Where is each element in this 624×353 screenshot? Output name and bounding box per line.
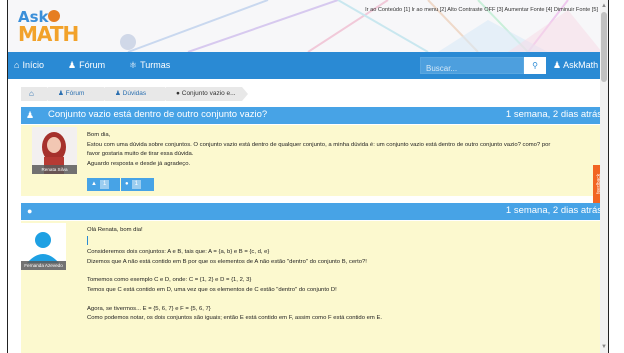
post-line: Como podemos notar, os dois conjuntos sã…: [87, 315, 383, 322]
group-icon: ⚛: [129, 60, 138, 70]
user-icon: ♟: [553, 60, 562, 70]
thumbs-up-icon: ▲: [91, 181, 97, 187]
post-line: Olá Renata, bom dia!: [87, 227, 143, 233]
scroll-down-icon[interactable]: ▼: [600, 343, 608, 351]
browser-page: Ask MATH Ir ao Conteúdo [1] Ir ao menu […: [7, 0, 609, 353]
site-header: Ask MATH Ir ao Conteúdo [1] Ir ao menu […: [8, 0, 602, 52]
post-line: Bom dia,: [87, 132, 111, 138]
scrollbar-thumb[interactable]: [601, 12, 607, 82]
search-icon: ⚲: [532, 61, 538, 70]
user-menu-label: AskMath: [563, 60, 599, 70]
breadcrumb-forum-label: Fórum: [65, 90, 85, 97]
like-button[interactable]: ▲ 1: [87, 178, 120, 191]
users-icon: ♟: [58, 90, 64, 97]
post-line: Estou com uma dúvida sobre conjuntos. O …: [87, 141, 551, 148]
author-name: Fernanda Azevedo: [21, 261, 66, 270]
breadcrumb-duvidas-label: Dúvidas: [122, 90, 147, 97]
nav-classes-label: Turmas: [140, 60, 171, 70]
post-line: Consideremos dois conjuntos: A e B, tais…: [87, 249, 270, 256]
home-icon: ⌂: [29, 89, 34, 98]
comment-icon: ●: [27, 206, 33, 216]
answer-post: Fernanda Azevedo Olá Renata, bom dia! Co…: [21, 221, 602, 353]
topic-title: Conjunto vazio está dentro de outro conj…: [48, 109, 268, 120]
post-line: Dizemos que A não está contido em B por …: [87, 258, 367, 265]
nav-forum[interactable]: ♟ Fórum: [68, 52, 105, 79]
post-line: Tomemos como exemplo C e D, onde: C = {1…: [87, 277, 252, 284]
owl-icon: [48, 10, 60, 22]
breadcrumb-current-label: Conjunto vazio e...: [181, 90, 236, 97]
askmath-logo[interactable]: Ask MATH: [18, 8, 79, 46]
nav-home[interactable]: ⌂ Início: [14, 52, 44, 79]
scroll-up-icon[interactable]: ▲: [600, 2, 608, 10]
logo-text-bottom: MATH: [18, 22, 79, 46]
reply-header: ● 1 semana, 2 dias atrás: [21, 203, 602, 220]
breadcrumb-duvidas[interactable]: ♟ Dúvidas: [105, 87, 171, 101]
question-post: Renata Silva Bom dia, Estou com uma dúvi…: [21, 125, 602, 196]
breadcrumb-home[interactable]: ⌂: [21, 87, 53, 101]
reply-count: 1: [131, 180, 141, 189]
post-line: Agora, se tivermos... E = {5, 6, 7} e F …: [87, 305, 211, 312]
reply-time: 1 semana, 2 dias atrás: [505, 205, 602, 216]
search-input-wrapper: [420, 57, 524, 76]
nav-home-label: Início: [22, 60, 44, 70]
reply-button[interactable]: ● 1: [121, 178, 154, 191]
topic-time: 1 semana, 2 dias atrás: [505, 109, 602, 120]
home-icon: ⌂: [14, 60, 20, 70]
text-cursor: [87, 235, 597, 247]
nav-classes[interactable]: ⚛ Turmas: [129, 52, 170, 79]
main-navbar: ⌂Início ♟Fórum ⚛Turmas ⚲ ♟ AskMath ⌄: [8, 52, 606, 79]
post-body: Bom dia, Estou com uma dúvida sobre conj…: [87, 131, 597, 169]
accessibility-links[interactable]: Ir ao Conteúdo [1] Ir ao menu [2] Alto C…: [365, 7, 598, 13]
search-button[interactable]: ⚲: [524, 57, 546, 74]
users-icon: ♟: [26, 110, 35, 120]
like-count: 1: [99, 180, 110, 189]
avatar[interactable]: Renata Silva: [32, 127, 77, 174]
post-line: favor gostaria muito de tirar essa dúvid…: [87, 151, 194, 158]
post-body: Olá Renata, bom dia! Consideremos dois c…: [87, 226, 597, 324]
search-input[interactable]: [421, 61, 523, 76]
post-line: Aguardo resposta e desde já agradeço.: [87, 160, 191, 167]
avatar[interactable]: Fernanda Azevedo: [21, 223, 66, 270]
users-icon: ♟: [115, 90, 121, 97]
user-menu[interactable]: ♟ AskMath ⌄: [553, 52, 606, 79]
breadcrumb-forum[interactable]: ♟ Fórum: [48, 87, 110, 101]
author-name: Renata Silva: [32, 165, 77, 174]
breadcrumb-current[interactable]: ● Conjunto vazio e...: [166, 87, 248, 101]
comment-icon: ●: [176, 90, 180, 97]
post-line: Temos que C está contido em D, uma vez q…: [87, 287, 337, 294]
topic-header: ♟ Conjunto vazio está dentro de outro co…: [21, 107, 602, 124]
comment-icon: ●: [125, 181, 129, 187]
users-icon: ♟: [68, 60, 77, 70]
nav-forum-label: Fórum: [79, 60, 106, 70]
scrollbar[interactable]: ▲ ▼: [600, 0, 608, 353]
